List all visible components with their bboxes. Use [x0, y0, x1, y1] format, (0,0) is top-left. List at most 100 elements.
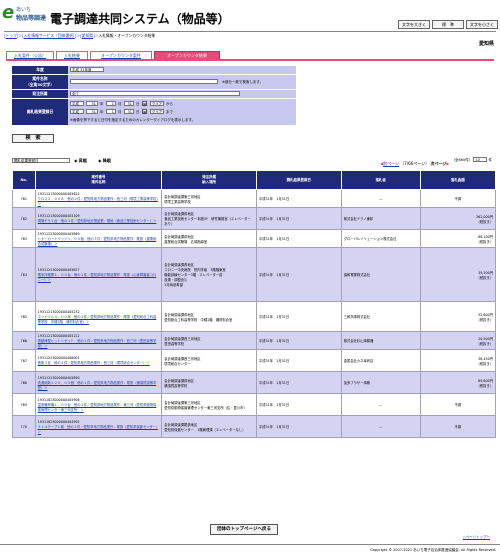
to-day-input[interactable]: 31 — [124, 109, 134, 114]
breadcrumb-current: 入札情報・オープンカウンタ結果 — [98, 33, 156, 38]
amount-cell: 20,500円 （税抜き） — [419, 331, 497, 350]
row-number-text: 765 — [20, 314, 27, 319]
case-name-link[interactable]: クロス２，００８ 他の２件／愛知県地方物品業作：西三河（環境工業高等学校）＞ — [38, 196, 160, 206]
case-name-link[interactable]: ナトルテープ１個 他の２件／愛知県地方物品業作：尾張（愛知県保健センター）＞ — [38, 424, 160, 434]
to-year-input[interactable]: 31 — [86, 109, 98, 114]
table-row: 768 19311223000000405890 洗濯用剤１２０，００個 他の１件／… — [12, 371, 497, 394]
system-title: 電子調達共同システム（物品等） — [50, 12, 230, 26]
from-year-input[interactable]: 31 — [86, 101, 98, 106]
year-row: 年度 平成 31年度 — [12, 66, 296, 75]
dept-row: 発注所属 全て — [12, 90, 296, 99]
case-cell: 19311223000000405890 洗濯用剤１２０，００個 他の１件／愛知県… — [34, 371, 163, 394]
case-name-link[interactable]: 現場そう１台 他の１件／愛知県地方物品業：現地（食品工業技術センター）＞ — [38, 218, 160, 223]
case-cell: 19311213000000405232 エンドミル４，００本 他の１件／愛知県地… — [34, 301, 163, 332]
breadcrumb-service[interactable]: 入札情報サービス（団体選択） — [24, 33, 75, 38]
to-label: まで — [166, 110, 173, 114]
winner-text: — — [379, 402, 383, 407]
amount-text: 不調 — [454, 403, 462, 407]
winner-cell: — — [340, 393, 421, 416]
table-row: 765 19311213000000405232 エンドミル４，００本 他の１件／愛… — [12, 301, 497, 332]
font-standard-button[interactable]: 標 準 — [432, 20, 464, 29]
back-to-org-top-button[interactable]: 団体のトップページへ戻る — [210, 524, 278, 535]
table-row: 763 19311223000000405869 トナーカートリッジ１，００個 他の… — [12, 229, 497, 248]
site-logo[interactable]: e あいち 物品等調達 — [2, 4, 48, 26]
to-calendar-icon[interactable]: ▦ — [142, 109, 147, 114]
from-era-select[interactable]: 平成 — [70, 101, 84, 106]
prev-page-link[interactable]: 前ページ — [383, 161, 399, 166]
search-button[interactable]: 検 索 — [12, 134, 54, 143]
header-no: No. — [12, 170, 36, 190]
breadcrumb: [トップ]＞[入札情報サービス（団体選択）]＞[愛知県]＞入札情報・オープンカウ… — [4, 31, 496, 40]
from-day-input[interactable]: 31 — [124, 101, 134, 106]
case-name-link[interactable]: 長靴３足 他の４件／愛知県地方物品業作：西三河（環境総合センター）＞ — [38, 360, 160, 365]
dept-text: 会計局調達課県地区 食品工業技術センター本館3F 研究機械室（エレベーターあり） — [164, 212, 251, 226]
to-clear-button[interactable]: クリア — [150, 109, 164, 114]
to-era-select[interactable]: 平成 — [70, 109, 84, 114]
breadcrumb-top[interactable]: トップ — [5, 33, 16, 38]
dept-select[interactable]: 全て — [70, 91, 240, 96]
amount-cell: 不調 — [419, 393, 497, 416]
table-row: 766 19311213000000405222 振動棒型ヒットトセット 他の１件／… — [12, 331, 497, 350]
tab-bid-results[interactable]: 入札結果 — [56, 51, 88, 59]
sort-asc-radio[interactable]: ◉ 昇順 — [74, 158, 87, 164]
year-cell: 平成 31年度 — [68, 66, 296, 74]
case-name-link[interactable]: トナーカートリッジ１，００個 他の３件／愛知県地方物品業作：尾張（農業総合試験場… — [38, 236, 160, 246]
date-hint: ※画像を押下すると日付を指定するためのカレンダーダイアログを表示します。 — [70, 118, 196, 122]
font-large-button[interactable]: 文字を大きく — [398, 20, 430, 29]
breadcrumb-org[interactable]: 愛知県 — [82, 33, 93, 38]
winner-cell: グローバルソリューション株式会社 — [340, 229, 421, 248]
name-input[interactable] — [70, 79, 218, 84]
logo-line2: 物品等調達 — [16, 15, 47, 22]
result-count: （全660件） — [451, 158, 473, 162]
to-month-input[interactable]: 1 — [106, 109, 116, 114]
date-text: 平成31年 1月31日 — [258, 381, 290, 385]
table-row: 767 19311223000000406001 長靴３足 他の４件／愛知県地方物品… — [12, 349, 497, 372]
from-calendar-icon[interactable]: ▦ — [142, 101, 147, 106]
tab-open-counter-results[interactable]: オープンカウンタ結果 — [154, 51, 220, 59]
winner-text: 加多ブラザー事務 — [343, 381, 371, 385]
dept-cell: 会計局調達課県地区 食品工業技術センター本館3F 研究機械室（エレベーターあり） — [161, 207, 257, 230]
date-cell: 平成31年 1月31日 — [255, 331, 342, 350]
from-month-input[interactable]: 1 — [106, 101, 116, 106]
date-text: 平成31年 1月31日 — [258, 217, 290, 221]
date-text: 平成31年 1月31日 — [258, 425, 290, 429]
case-cell: 19311223000000406001 長靴３足 他の４件／愛知県地方物品業作：… — [34, 349, 163, 372]
date-text: 平成31年 1月31日 — [258, 339, 290, 343]
from-label: から — [166, 102, 173, 106]
from-clear-button[interactable]: クリア — [150, 101, 164, 106]
row-number-text: 761 — [20, 196, 27, 201]
amount-cell: 不調 — [419, 415, 497, 438]
amount-cell: 39,500円 （税抜き） — [419, 247, 497, 302]
table-body: 761 19311213000000405622 クロス２，００８ 他の２件／愛知県… — [12, 189, 497, 438]
winner-cell: 加多ブラザー事務 — [340, 371, 421, 394]
winner-text: 金属会社カネ幸商店 — [343, 359, 374, 363]
winner-cell: — — [340, 189, 421, 208]
case-name-link[interactable]: 電気冷蔵庫１，００台 他の１件／愛知県地方物品業作：尾張（心身障害者コロニー）＞ — [38, 272, 160, 282]
per-page-select[interactable]: 10 — [473, 157, 488, 162]
case-name-link[interactable]: エンドミル４，００本 他の１件／愛知県地方物品業作：尾張（愛知総合工科高等学校 … — [38, 314, 160, 324]
logo-letter: e — [2, 2, 15, 23]
next-page-link[interactable]: 次ページ — [430, 161, 446, 166]
font-small-button[interactable]: 文字を小さく — [466, 20, 498, 29]
case-name-link[interactable]: 洗濯用剤１２０，００個 他の１件／愛知県地方物品業作：尾張（横須賀高等学校）＞ — [38, 380, 160, 390]
next-icon: ▶ — [446, 161, 450, 166]
sort-desc-label: 降順 — [102, 158, 111, 163]
per-page-unit: 件 — [488, 158, 493, 162]
case-name-link[interactable]: 振動棒型ヒットトセット 他の１件／愛知県地方物品業作：西三河（豊田高等学校）＞ — [38, 338, 160, 348]
dept-text: 会計局調達課第三河地区 環境工業高等学校 — [164, 194, 201, 204]
dept-text: 会計局調達課西三河地区 環境総合センター — [164, 356, 201, 366]
page-top-link[interactable]: △ページトップへ — [463, 535, 490, 540]
winner-cell: 三和商事株式会社 — [340, 301, 421, 332]
year-select[interactable]: 平成 31年度 — [70, 67, 104, 72]
date-text: 平成31年 1月31日 — [258, 197, 290, 201]
sort-desc-radio[interactable]: ◉ 降順 — [98, 158, 111, 164]
case-name-link[interactable]: 温風暖房機１，００台 他の１件／愛知県地方物品業作：東三河（愛知県動物保護管理セ… — [38, 402, 160, 412]
sort-field-select[interactable]: 開札結果登録日 — [12, 158, 70, 163]
row-number: 770 — [12, 415, 36, 438]
tab-open-counter[interactable]: オープンカウンタ案件 — [90, 51, 152, 59]
date-text: 平成31年 1月31日 — [258, 237, 290, 241]
dept-text: 会計局調達課県地区 横須賀高等学校 — [164, 378, 194, 388]
tab-bid-notices[interactable]: 入札案件（公告） — [6, 51, 54, 59]
dept-text: 会計局調達課県地区 コロニー中央病院 院内学級 3階階東室 機能訓練センター3階… — [164, 263, 226, 287]
date-text: 平成31年 1月31日 — [258, 403, 290, 407]
